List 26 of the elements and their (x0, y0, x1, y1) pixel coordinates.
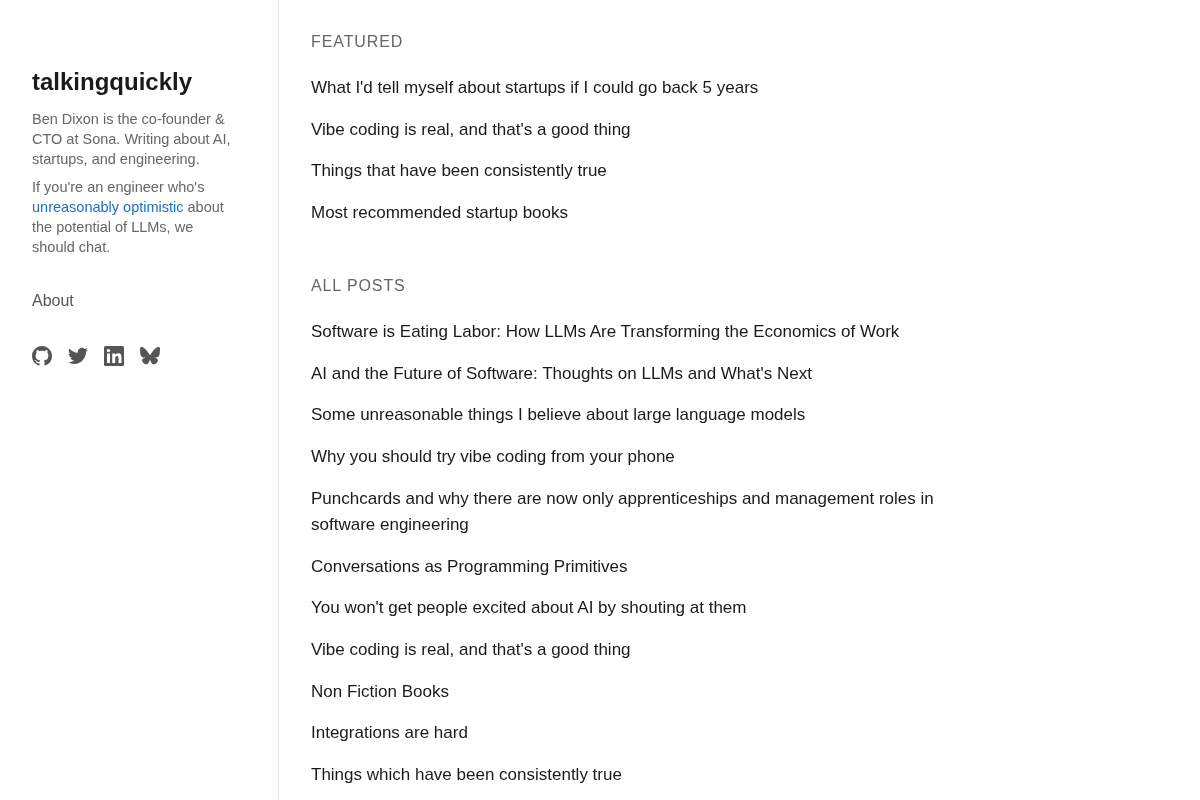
site-title[interactable]: talkingquickly (32, 66, 193, 98)
post-link[interactable]: Conversations as Programming Primitives (311, 553, 628, 580)
post-link[interactable]: Most recommended startup books (311, 200, 568, 227)
intro-text: If you're an engineer who's unreasonably optimistic about the potential of LLMs, we should chat. (32, 178, 225, 257)
post-link[interactable]: Some unreasonable things I believe about large language models (311, 402, 806, 429)
post-link[interactable]: Software is Eating Labor: How LLMs Are Transforming the Economics of Work (311, 319, 900, 346)
post-link[interactable]: Vibe coding is real, and that's a good thing (311, 636, 631, 663)
github-icon[interactable] (32, 346, 52, 366)
post-link[interactable]: AI and the Future of Software: Thoughts on LLMs and What's Next (311, 360, 812, 387)
section-heading: FEATURED (311, 32, 404, 52)
linkedin-icon[interactable] (104, 346, 124, 366)
post-link[interactable]: What I'd tell myself about startups if I could go back 5 years (311, 75, 759, 101)
post-link[interactable]: Punchcards and why there are now only apprenticeships and management roles in software engineering (311, 485, 959, 538)
butterfly-icon[interactable] (140, 346, 160, 366)
post-link[interactable]: Things that have been consistently true (311, 158, 607, 185)
nav-link[interactable]: About (32, 290, 74, 312)
post-link[interactable]: Non Fiction Books (311, 678, 449, 705)
post-link[interactable]: Why you should try vibe coding from your phone (311, 444, 675, 471)
section-heading: ALL POSTS (311, 276, 406, 297)
bird-icon[interactable] (68, 346, 88, 366)
text-link[interactable]: unreasonably optimistic (32, 199, 184, 215)
post-link[interactable]: Things which have been consistently true (311, 761, 622, 788)
bio-text: Ben Dixon is the co-founder & CTO at Sona. Writing about AI, startups, and engineering. (32, 110, 232, 169)
post-link[interactable]: Integrations are hard (311, 720, 468, 747)
post-link[interactable]: Vibe coding is real, and that's a good thing (311, 116, 631, 143)
post-link[interactable]: You won't get people excited about AI by shouting at them (311, 595, 747, 622)
